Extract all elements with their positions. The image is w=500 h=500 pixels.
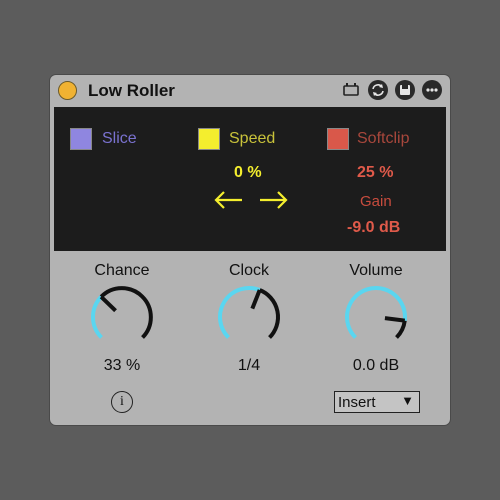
slice-label: Slice [102,130,137,147]
info-icon[interactable]: i [111,391,133,413]
title-bar-icons [341,80,442,100]
softclip-value[interactable]: 25 % [357,164,393,182]
softclip-label: Softclip [357,130,410,147]
arrow-left-icon[interactable] [214,191,242,209]
clock-value[interactable]: 1/4 [204,357,294,375]
speed-toggle[interactable] [198,128,220,150]
chance-knob-track [99,286,153,339]
volume-knob-track [395,320,407,339]
title-bar: Low Roller [50,75,450,107]
volume-value[interactable]: 0.0 dB [331,357,421,375]
slice-toggle[interactable] [70,128,92,150]
device-title: Low Roller [88,81,175,100]
chance-knob[interactable] [86,281,158,353]
softclip-toggle[interactable] [327,128,349,150]
clock-knob[interactable] [213,281,285,353]
clock-label: Clock [228,262,269,279]
clock-knob-track [258,288,280,339]
gain-value[interactable]: -9.0 dB [347,219,400,237]
device-panel: Low Roller Slice Speed 0 % Softclip 25 %… [50,75,450,425]
display-screen: Slice Speed 0 % Softclip 25 % Gain -9.0 … [54,107,446,251]
arrow-right-icon[interactable] [260,191,288,209]
volume-knob[interactable] [340,281,412,353]
volume-knob-needle [384,316,406,323]
hot-swap-icon[interactable] [368,80,388,100]
midi-connector-icon[interactable] [341,80,361,100]
speed-direction-arrows[interactable] [214,190,290,215]
speed-value[interactable]: 0 % [234,164,262,182]
chance-knob-needle [99,295,117,313]
clock-knob-needle [250,289,262,310]
chance-label: Chance [94,262,150,279]
volume-knob-fill [345,286,407,339]
routing-select[interactable]: Insert ▼ [334,391,420,413]
power-toggle[interactable] [58,81,77,100]
speed-label: Speed [229,130,276,147]
clock-knob-fill [218,286,261,339]
save-preset-icon[interactable] [395,80,415,100]
routing-select-value: Insert [338,394,376,411]
gain-label: Gain [360,193,392,210]
volume-label: Volume [349,262,403,279]
chance-value[interactable]: 33 % [77,357,167,375]
more-options-icon[interactable] [422,80,442,100]
chance-knob-fill [91,295,103,339]
chevron-down-icon: ▼ [401,393,414,408]
